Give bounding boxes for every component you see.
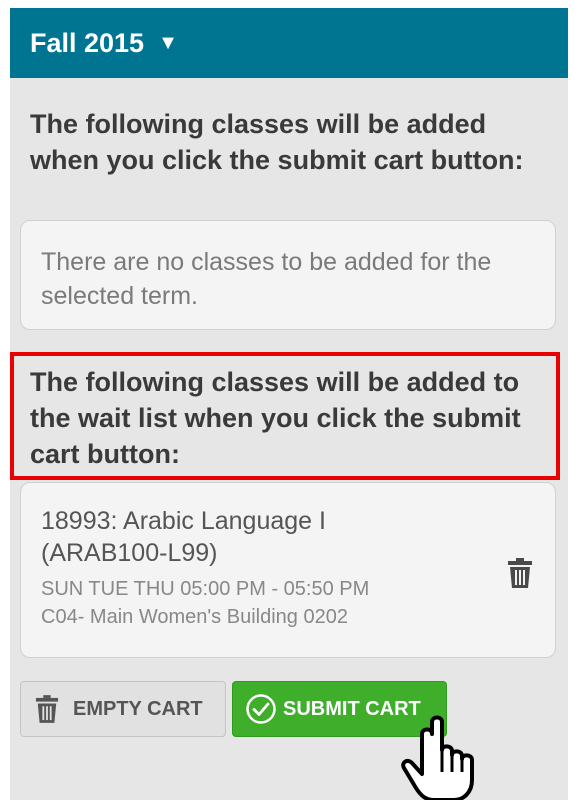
check-circle-icon (246, 694, 276, 724)
class-title: 18993: Arabic Language I (41, 507, 326, 535)
pointer-hand-icon (401, 715, 474, 800)
waitlist-class-item: 18993: Arabic Language I (ARAB100-L99) S… (20, 482, 556, 658)
empty-cart-label: EMPTY CART (73, 697, 203, 720)
term-label: Fall 2015 (30, 27, 145, 58)
term-selector[interactable]: Fall 2015 ▼ (10, 8, 568, 78)
class-code: (ARAB100-L99) (41, 539, 218, 567)
caret-down-icon: ▼ (158, 31, 178, 54)
class-schedule: SUN TUE THU 05:00 PM - 05:50 PM (41, 578, 370, 600)
added-classes-card: There are no classes to be added for the… (20, 220, 556, 330)
trash-icon (35, 695, 59, 723)
waitlist-heading: The following classes will be added to t… (30, 367, 521, 469)
trash-icon[interactable] (507, 557, 533, 589)
class-location: C04- Main Women's Building 0202 (41, 606, 348, 628)
added-classes-heading: The following classes will be added when… (30, 109, 524, 175)
empty-cart-button[interactable]: EMPTY CART (20, 681, 226, 737)
empty-message: There are no classes to be added for the… (41, 248, 492, 310)
